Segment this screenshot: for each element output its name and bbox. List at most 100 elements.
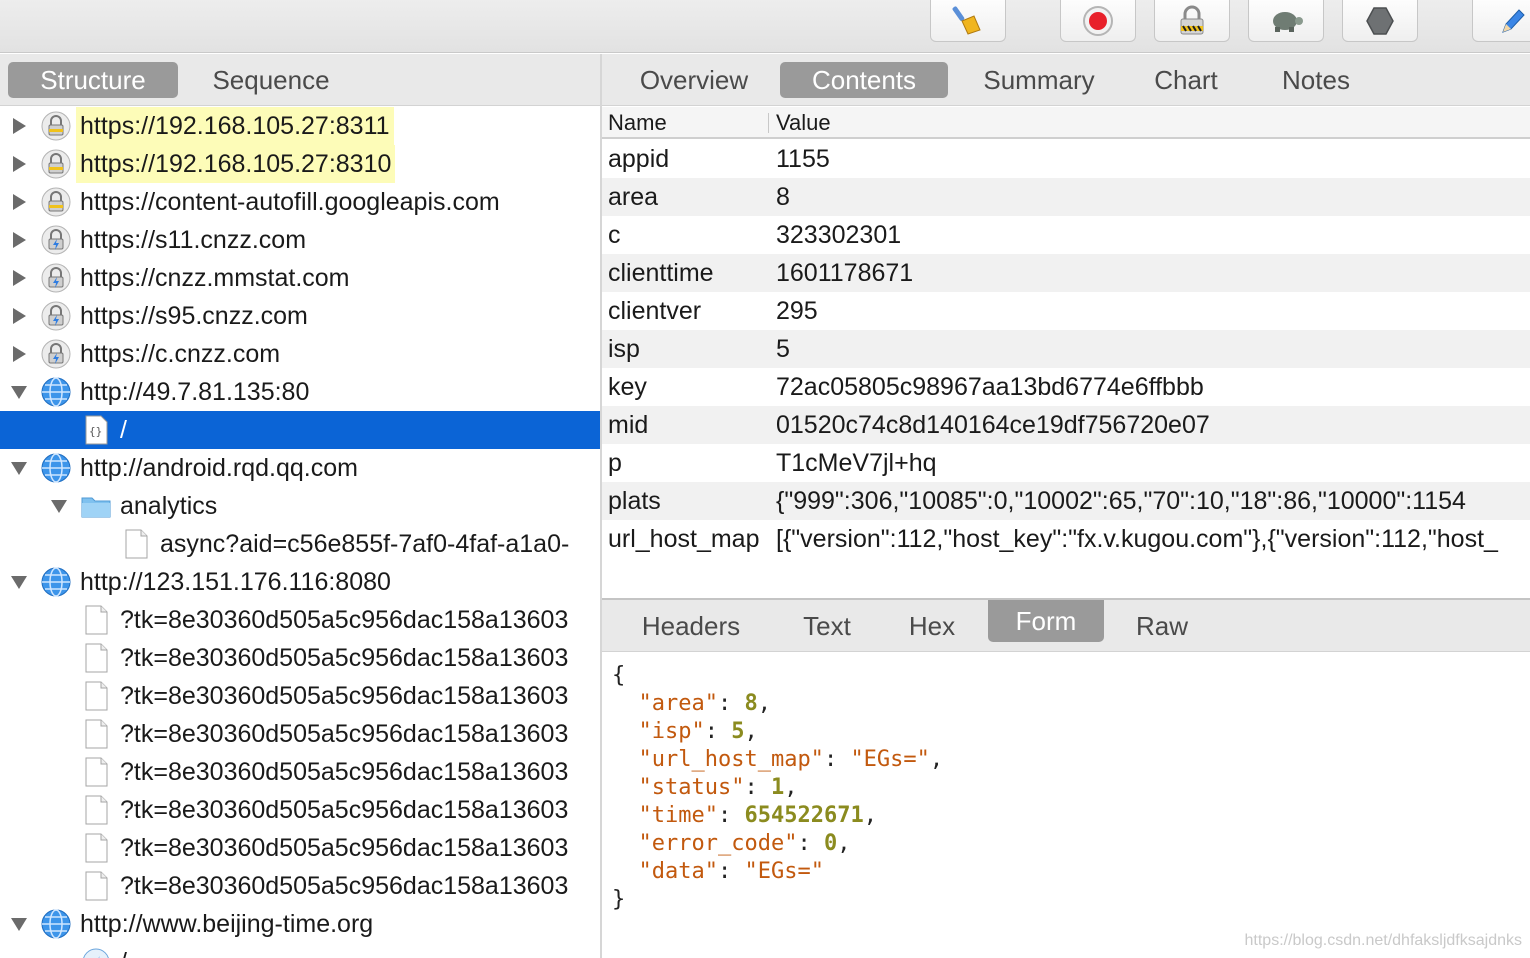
- json-key: "time": [638, 803, 718, 828]
- tree-row[interactable]: analytics: [0, 487, 600, 525]
- file-icon: [80, 870, 112, 902]
- tree-row[interactable]: ?tk=8e30360d505a5c956dac158a13603: [0, 639, 600, 677]
- tree-row[interactable]: https://192.168.105.27:8311: [0, 107, 600, 145]
- tree-row[interactable]: async?aid=c56e855f-7af0-4faf-a1a0-: [0, 525, 600, 563]
- clear-button[interactable]: [930, 0, 1006, 42]
- tree-row[interactable]: https://192.168.105.27:8310: [0, 145, 600, 183]
- toolbar: [0, 0, 1530, 53]
- json-key: "area": [638, 691, 718, 716]
- tree-row-label: ?tk=8e30360d505a5c956dac158a13603: [120, 796, 569, 824]
- tree-row[interactable]: ?tk=8e30360d505a5c956dac158a13603: [0, 829, 600, 867]
- ssl-lock-icon: [1180, 5, 1204, 34]
- table-row[interactable]: isp 5: [602, 330, 1530, 368]
- disclosure-expanded-icon[interactable]: [50, 497, 68, 515]
- tab-form[interactable]: Form: [988, 600, 1104, 642]
- ssl-proxying-button[interactable]: [1154, 0, 1230, 42]
- file-icon: [80, 718, 112, 750]
- tree-row-label: ?tk=8e30360d505a5c956dac158a13603: [120, 606, 569, 634]
- tree-row[interactable]: https://s95.cnzz.com: [0, 297, 600, 335]
- throttle-button[interactable]: [1248, 0, 1324, 42]
- disclosure-collapsed-icon[interactable]: [10, 269, 28, 287]
- tree-row[interactable]: http://android.rqd.qq.com: [0, 449, 600, 487]
- grid-header: Name Value: [602, 107, 1530, 139]
- column-separator[interactable]: [768, 113, 769, 133]
- tree-row-label: ?tk=8e30360d505a5c956dac158a13603: [120, 644, 569, 672]
- tree-row[interactable]: ?tk=8e30360d505a5c956dac158a13603: [0, 791, 600, 829]
- tree-row[interactable]: https://content-autofill.googleapis.com: [0, 183, 600, 221]
- tree-row-label: ?tk=8e30360d505a5c956dac158a13603: [120, 834, 569, 862]
- tree-row[interactable]: ?tk=8e30360d505a5c956dac158a13603: [0, 677, 600, 715]
- disclosure-collapsed-icon[interactable]: [10, 231, 28, 249]
- cell-name: p: [608, 449, 622, 477]
- tree-row[interactable]: https://cnzz.mmstat.com: [0, 259, 600, 297]
- cell-name: clienttime: [608, 259, 714, 287]
- compose-button[interactable]: [1472, 0, 1530, 42]
- disclosure-expanded-icon[interactable]: [10, 383, 28, 401]
- body-tabbar: Headers Text Hex Form Raw: [602, 600, 1530, 652]
- tree-row-label: /: [120, 416, 127, 444]
- tab-summary[interactable]: Summary: [964, 62, 1114, 98]
- disclosure-collapsed-icon[interactable]: [10, 307, 28, 325]
- disclosure-collapsed-icon[interactable]: [10, 345, 28, 363]
- tab-chart[interactable]: Chart: [1136, 62, 1236, 98]
- tab-hex[interactable]: Hex: [898, 608, 966, 644]
- table-row[interactable]: appid 1155: [602, 140, 1530, 178]
- disclosure-collapsed-icon[interactable]: [10, 155, 28, 173]
- cell-value: 8: [776, 183, 790, 211]
- column-header-value[interactable]: Value: [776, 110, 831, 136]
- disclosure-expanded-icon[interactable]: [10, 573, 28, 591]
- table-row[interactable]: url_host_map [{"version":112,"host_key":"…: [602, 520, 1530, 558]
- right-pane: Overview Contents Summary Chart Notes Na…: [602, 54, 1530, 958]
- tree-row[interactable]: http://123.151.176.116:8080: [0, 563, 600, 601]
- json-line: "time": 654522671,: [638, 803, 877, 828]
- tab-text[interactable]: Text: [786, 608, 868, 644]
- disclosure-expanded-icon[interactable]: [10, 915, 28, 933]
- tree-row[interactable]: https://s11.cnzz.com: [0, 221, 600, 259]
- tree-row[interactable]: ?tk=8e30360d505a5c956dac158a13603: [0, 753, 600, 791]
- table-row[interactable]: clientver 295: [602, 292, 1530, 330]
- json-value: "EGs=": [850, 747, 930, 772]
- tab-overview[interactable]: Overview: [624, 62, 764, 98]
- tree-row[interactable]: ?tk=8e30360d505a5c956dac158a13603: [0, 715, 600, 753]
- json-viewer[interactable]: { "area": 8, "isp": 5, "url_host_map": "…: [612, 662, 943, 914]
- disclosure-expanded-icon[interactable]: [10, 459, 28, 477]
- disclosure-collapsed-icon[interactable]: [10, 193, 28, 211]
- table-row[interactable]: p T1cMeV7jl+hq: [602, 444, 1530, 482]
- tree-row-label: /: [120, 943, 127, 958]
- column-header-name[interactable]: Name: [608, 110, 667, 136]
- tree-row-label: ?tk=8e30360d505a5c956dac158a13603: [120, 682, 569, 710]
- record-button[interactable]: [1060, 0, 1136, 42]
- tree-row[interactable]: http://49.7.81.135:80: [0, 373, 600, 411]
- tab-headers[interactable]: Headers: [624, 608, 758, 644]
- table-row[interactable]: mid 01520c74c8d140164ce19df756720e07: [602, 406, 1530, 444]
- tab-notes[interactable]: Notes: [1266, 62, 1366, 98]
- cell-name: isp: [608, 335, 640, 363]
- tree-row-label: http://123.151.176.116:8080: [80, 568, 391, 596]
- tree-row[interactable]: /: [0, 943, 600, 958]
- table-row[interactable]: key 72ac05805c98967aa13bd6774e6ffbbb: [602, 368, 1530, 406]
- table-row[interactable]: area 8: [602, 178, 1530, 216]
- cell-value: T1cMeV7jl+hq: [776, 449, 937, 477]
- tab-sequence[interactable]: Sequence: [186, 62, 356, 98]
- table-row[interactable]: clienttime 1601178671: [602, 254, 1530, 292]
- tree-row[interactable]: ?tk=8e30360d505a5c956dac158a13603: [0, 867, 600, 905]
- table-row[interactable]: c 323302301: [602, 216, 1530, 254]
- disclosure-collapsed-icon[interactable]: [10, 117, 28, 135]
- cell-value: 72ac05805c98967aa13bd6774e6ffbbb: [776, 373, 1204, 401]
- breakpoints-button[interactable]: [1342, 0, 1418, 42]
- tab-contents[interactable]: Contents: [780, 62, 948, 98]
- tree-row[interactable]: https://c.cnzz.com: [0, 335, 600, 373]
- globe-icon: [40, 376, 72, 408]
- watermark: https://blog.csdn.net/dhfaksljdfksajdnks: [1244, 932, 1523, 949]
- tab-structure[interactable]: Structure: [8, 62, 178, 98]
- tree-row[interactable]: http://www.beijing-time.org: [0, 905, 600, 943]
- globe-icon: [40, 566, 72, 598]
- left-tabbar: Structure Sequence: [0, 54, 600, 106]
- globe-icon: [40, 908, 72, 940]
- tree-row[interactable]: {} /: [0, 411, 600, 449]
- table-row[interactable]: plats {"999":306,"10085":0,"10002":65,"70…: [602, 482, 1530, 520]
- json-value: 1: [770, 775, 785, 800]
- cell-value: 1155: [776, 145, 830, 173]
- tab-raw[interactable]: Raw: [1122, 608, 1202, 644]
- tree-row[interactable]: ?tk=8e30360d505a5c956dac158a13603: [0, 601, 600, 639]
